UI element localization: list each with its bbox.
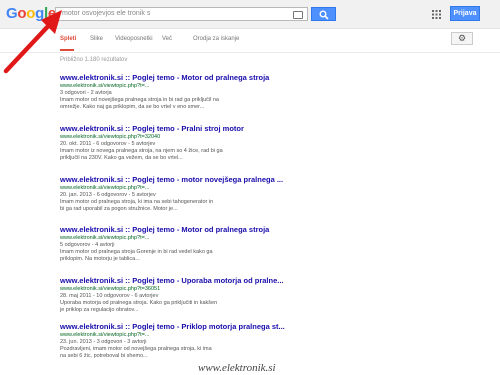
result-title-link[interactable]: www.elektronik.si :: Poglej temo - motor… <box>60 175 290 185</box>
result-snippet: omrežje. Kako naj ga priklopim, da se bo… <box>60 104 205 110</box>
top-bar: Google motor osvojevjos ele tronik s Pri… <box>0 0 500 29</box>
search-tabs: Spleti Slike Videoposnetki Več Orodja za… <box>0 28 500 53</box>
search-result: www.elektronik.si :: Poglej temo - Upora… <box>60 276 290 314</box>
watermark: www.elektronik.si <box>198 362 276 374</box>
settings-button[interactable]: ⚙ <box>451 32 473 45</box>
result-url: www.elektronik.si/viewtopic.php?t=... <box>60 332 150 338</box>
result-title-link[interactable]: www.elektronik.si :: Poglej temo - Motor… <box>60 73 290 83</box>
search-result: www.elektronik.si :: Poglej temo - Prikl… <box>60 322 290 360</box>
result-url: www.elektronik.si/viewtopic.php?t=32040 <box>60 134 161 140</box>
search-result: www.elektronik.si :: Poglej temo - motor… <box>60 175 290 213</box>
gear-icon: ⚙ <box>458 33 467 43</box>
result-snippet: Imam motor od pralnega stroja Gorenje in… <box>60 249 213 255</box>
result-meta: 28. maj 2011 - 10 odgovorov - 6 avtorjev <box>60 293 159 299</box>
search-result: www.elektronik.si :: Poglej temo - Motor… <box>60 73 290 111</box>
keyboard-icon[interactable] <box>293 11 303 19</box>
red-arrow-icon <box>3 10 62 74</box>
search-icon <box>319 10 329 20</box>
result-snippet: Imam motor od novejšega pralnega stroja … <box>60 97 219 103</box>
result-meta: 20. jan. 2013 - 6 odgovorov - 5 avtorjev <box>60 192 156 198</box>
result-title-link[interactable]: www.elektronik.si :: Poglej temo - Prikl… <box>60 322 290 332</box>
result-title-link[interactable]: www.elektronik.si :: Poglej temo - Praln… <box>60 124 290 134</box>
sign-in-button[interactable]: Prijava <box>450 6 480 21</box>
result-snippet: priklopim. Na motorju je tablica... <box>60 256 140 262</box>
result-title-link[interactable]: www.elektronik.si :: Poglej temo - Upora… <box>60 276 290 286</box>
result-snippet: Pozdravljeni, imam motor od novejšega pr… <box>60 346 212 352</box>
result-snippet: Uporaba motorja od pralnega stroja. Kako… <box>60 300 218 306</box>
result-meta: 23. jun. 2013 - 3 odgovori - 3 avtorji <box>60 339 147 345</box>
result-snippet: je priklop za regulacijo obratov... <box>60 307 139 313</box>
search-button[interactable] <box>311 7 336 21</box>
result-snippet: na sebi 6 žic, potreboval bi shemo... <box>60 353 148 359</box>
result-url: www.elektronik.si/viewtopic.php?t=... <box>60 185 150 191</box>
result-meta: 3 odgovori - 2 avtorja <box>60 90 112 96</box>
result-stats: Približno 1.180 rezultatov <box>60 57 128 63</box>
result-meta: 5 odgovorov - 4 avtorji <box>60 242 115 248</box>
tab-videos[interactable]: Videoposnetki <box>115 36 153 42</box>
result-url: www.elektronik.si/viewtopic.php?t=... <box>60 235 150 241</box>
result-meta: 20. okt. 2011 - 6 odgovorov - 5 avtorjev <box>60 141 156 147</box>
apps-grid-icon[interactable] <box>432 10 441 19</box>
search-result: www.elektronik.si :: Poglej temo - Praln… <box>60 124 290 162</box>
result-title-link[interactable]: www.elektronik.si :: Poglej temo - Motor… <box>60 225 290 235</box>
tab-more[interactable]: Več <box>162 36 172 42</box>
result-snippet: bi ga rad uporabil za pogon stružnice. M… <box>60 206 178 212</box>
result-snippet: Imam motor od pralnega stroja, ki ima na… <box>60 199 214 205</box>
result-snippet: Imam motor iz novega pralnega stroja, na… <box>60 148 223 154</box>
result-url: www.elektronik.si/viewtopic.php?t=36051 <box>60 286 161 292</box>
result-snippet: priključil na 230V. Kako ga vežem, da se… <box>60 155 183 161</box>
search-query-text: motor osvojevjos ele tronik s <box>62 10 151 17</box>
tab-search-tools[interactable]: Orodja za iskanje <box>193 36 239 42</box>
tab-images[interactable]: Slike <box>90 36 103 42</box>
search-input[interactable]: motor osvojevjos ele tronik s <box>55 7 308 21</box>
result-url: www.elektronik.si/viewtopic.php?t=... <box>60 83 150 89</box>
search-result: www.elektronik.si :: Poglej temo - Motor… <box>60 225 290 263</box>
